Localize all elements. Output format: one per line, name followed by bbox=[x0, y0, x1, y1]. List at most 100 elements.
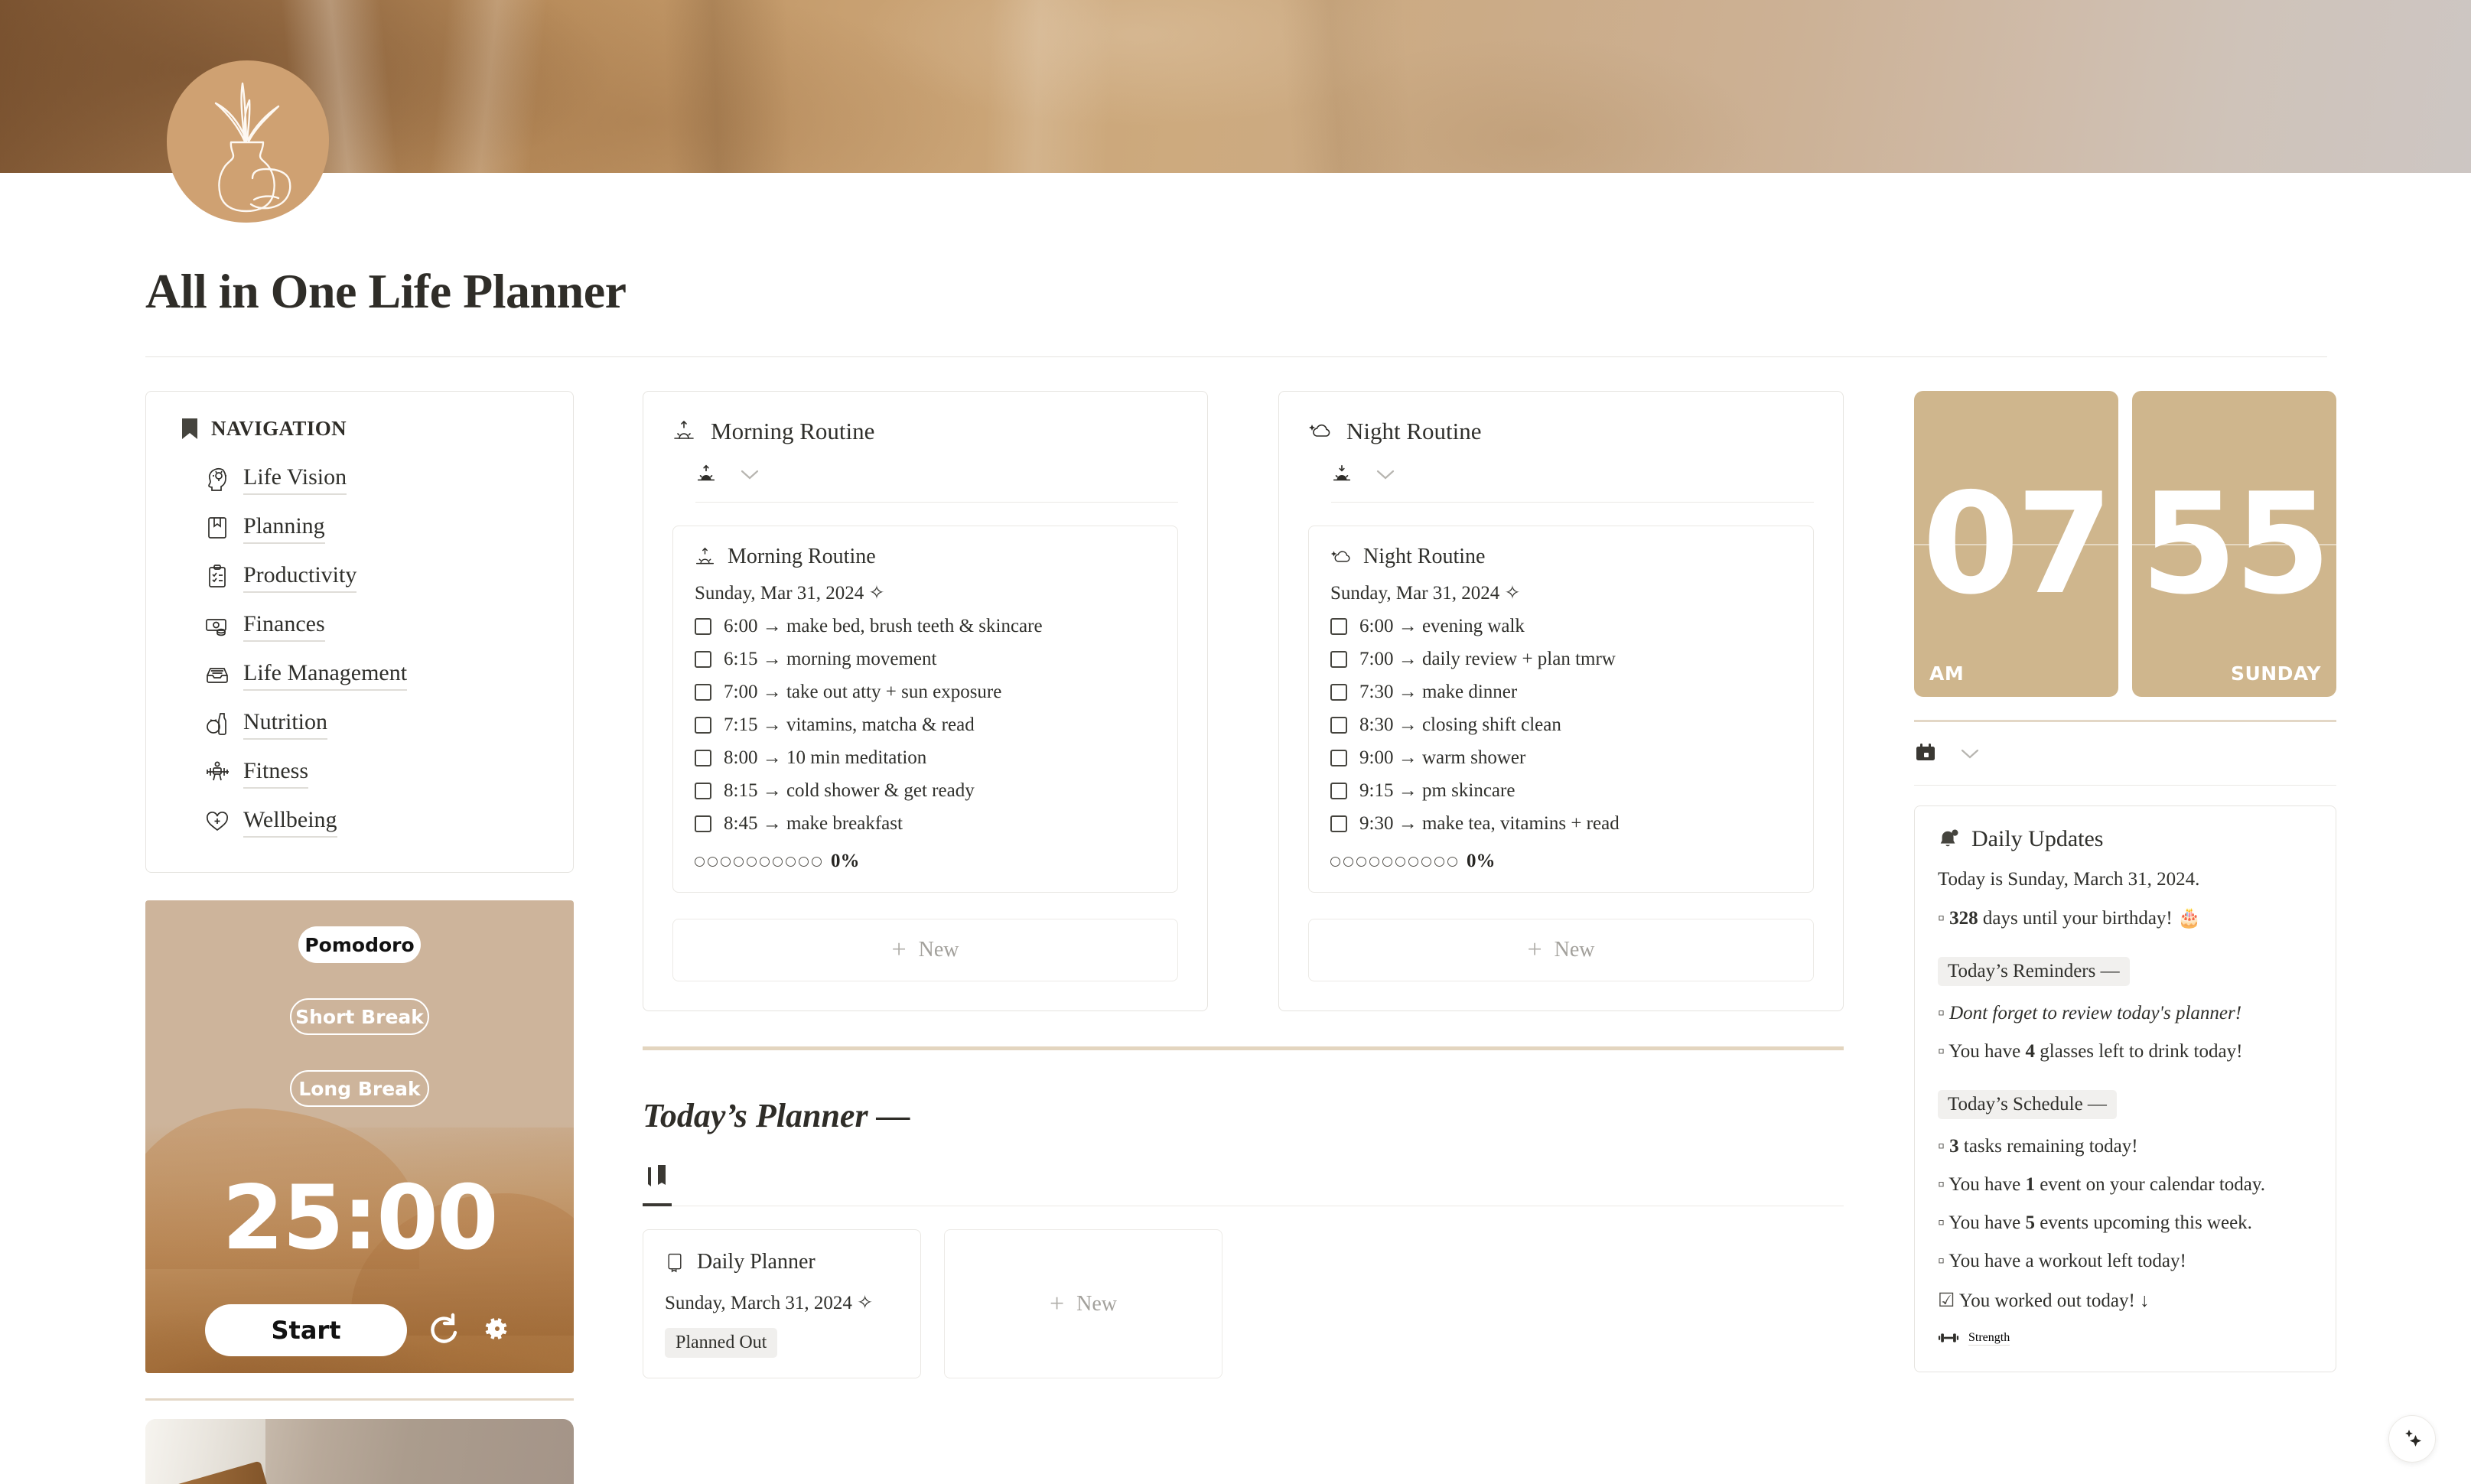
schedule-item-checked[interactable]: ☑ You worked out today! ↓ bbox=[1938, 1289, 2313, 1312]
workout-link-row[interactable]: Strength bbox=[1938, 1330, 2313, 1346]
calendar-icon[interactable] bbox=[1914, 742, 1937, 765]
sidebar-item-label: Wellbeing bbox=[243, 805, 337, 838]
task-checkbox[interactable] bbox=[1330, 618, 1347, 635]
unchecked-box-icon[interactable]: ▫ bbox=[1938, 1212, 1945, 1233]
clipboard-checklist-icon bbox=[204, 564, 230, 590]
routine-item-card[interactable]: Morning Routine Sunday, Mar 31, 2024 ✧ 6… bbox=[672, 526, 1178, 893]
sunrise-filled-icon[interactable] bbox=[695, 464, 717, 485]
reminder-item[interactable]: ▫ Dont forget to review today's planner! bbox=[1938, 1003, 2313, 1024]
sidebar-item-wellbeing[interactable]: Wellbeing bbox=[204, 797, 573, 846]
task-checkbox[interactable] bbox=[695, 684, 711, 701]
chevron-down-icon[interactable] bbox=[1960, 744, 1980, 763]
task-row[interactable]: 8:15 → cold shower & get ready bbox=[695, 780, 1156, 802]
progress-dot bbox=[1343, 856, 1353, 867]
birthday-countdown-item[interactable]: ▫ 328 days until your birthday! 🎂 bbox=[1938, 907, 2313, 929]
task-checkbox[interactable] bbox=[695, 717, 711, 734]
routine-item-card[interactable]: Night Routine Sunday, Mar 31, 2024 ✧ 6:0… bbox=[1308, 526, 1814, 893]
schedule-item[interactable]: ▫ You have a workout left today! bbox=[1938, 1251, 2313, 1272]
tab-daily-planner[interactable] bbox=[643, 1164, 672, 1206]
routine-item-date: Sunday, Mar 31, 2024 ✧ bbox=[1330, 583, 1521, 604]
pomodoro-mode-button[interactable]: Pomodoro bbox=[298, 926, 421, 963]
clock-hour-card: 07 AM bbox=[1914, 391, 2118, 697]
page-icon[interactable] bbox=[162, 56, 333, 226]
task-checkbox[interactable] bbox=[695, 783, 711, 799]
chevron-down-icon[interactable] bbox=[740, 464, 760, 484]
schedule-item[interactable]: ▫ 3 tasks remaining today! bbox=[1938, 1136, 2313, 1157]
pomodoro-start-button[interactable]: Start bbox=[205, 1304, 407, 1356]
sidebar-item-planning[interactable]: Planning bbox=[204, 503, 573, 552]
new-label: New bbox=[1076, 1291, 1118, 1316]
sidebar-item-label: Planning bbox=[243, 512, 325, 544]
unchecked-box-icon[interactable]: ▫ bbox=[1938, 1251, 1945, 1271]
sidebar-item-finances[interactable]: Finances bbox=[204, 601, 573, 650]
new-planner-button[interactable]: + New bbox=[944, 1229, 1222, 1378]
task-row[interactable]: 7:00 → take out atty + sun exposure bbox=[695, 682, 1156, 703]
title-divider bbox=[145, 356, 2327, 357]
task-row[interactable]: 8:45 → make breakfast bbox=[695, 813, 1156, 835]
unchecked-box-icon[interactable]: ▫ bbox=[1938, 1041, 1945, 1062]
chevron-down-icon[interactable] bbox=[1375, 464, 1395, 484]
head-lightbulb-icon bbox=[204, 466, 230, 492]
task-checkbox[interactable] bbox=[1330, 815, 1347, 832]
unchecked-box-icon[interactable]: ▫ bbox=[1938, 1136, 1945, 1157]
planner-tabs[interactable] bbox=[643, 1164, 1844, 1206]
sidebar-item-label: Finances bbox=[243, 610, 325, 642]
task-row[interactable]: 6:15 → morning movement bbox=[695, 649, 1156, 670]
new-routine-button[interactable]: + New bbox=[1308, 919, 1814, 981]
task-row[interactable]: 9:30 → make tea, vitamins + read bbox=[1330, 813, 1792, 835]
refresh-icon[interactable] bbox=[427, 1312, 461, 1349]
task-row[interactable]: 7:00 → daily review + plan tmrw bbox=[1330, 649, 1792, 670]
task-row[interactable]: 8:30 → closing shift clean bbox=[1330, 714, 1792, 736]
sidebar-item-fitness[interactable]: Fitness bbox=[204, 748, 573, 797]
task-checkbox[interactable] bbox=[695, 815, 711, 832]
ai-assistant-button[interactable] bbox=[2388, 1415, 2436, 1463]
task-row[interactable]: 8:00 → 10 min meditation bbox=[695, 747, 1156, 769]
sidebar-item-label: Fitness bbox=[243, 757, 309, 789]
pomodoro-widget[interactable]: Pomodoro Short Break Long Break 25:00 St… bbox=[145, 900, 574, 1373]
task-row[interactable]: 9:00 → warm shower bbox=[1330, 747, 1792, 769]
calendar-view-toolbar[interactable] bbox=[1914, 742, 2336, 786]
unchecked-box-icon[interactable]: ▫ bbox=[1938, 1003, 1945, 1024]
gear-icon[interactable] bbox=[480, 1312, 514, 1349]
schedule-item[interactable]: ▫ You have 1 event on your calendar toda… bbox=[1938, 1174, 2313, 1196]
ambient-photo bbox=[145, 1419, 574, 1484]
task-checkbox[interactable] bbox=[1330, 684, 1347, 701]
checked-box-icon[interactable]: ☑ bbox=[1938, 1290, 1955, 1311]
plus-icon: + bbox=[891, 936, 907, 964]
schedule-section-header: Today’s Schedule — bbox=[1938, 1090, 2117, 1119]
sidebar-item-label: Nutrition bbox=[243, 708, 327, 740]
card-view-toolbar[interactable] bbox=[695, 464, 1178, 503]
daily-planner-card[interactable]: Daily Planner Sunday, March 31, 2024 ✧ P… bbox=[643, 1229, 921, 1378]
sidebar-item-nutrition[interactable]: Nutrition bbox=[204, 699, 573, 748]
schedule-item[interactable]: ▫ You have 5 events upcoming this week. bbox=[1938, 1212, 2313, 1234]
new-routine-button[interactable]: + New bbox=[672, 919, 1178, 981]
sidebar-item-productivity[interactable]: Productivity bbox=[204, 552, 573, 601]
task-row[interactable]: 7:15 → vitamins, matcha & read bbox=[695, 714, 1156, 736]
card-view-toolbar[interactable] bbox=[1331, 464, 1814, 503]
birthday-days-count: 328 bbox=[1949, 908, 1978, 929]
task-checkbox[interactable] bbox=[1330, 651, 1347, 668]
task-row[interactable]: 9:15 → pm skincare bbox=[1330, 780, 1792, 802]
task-checkbox[interactable] bbox=[695, 618, 711, 635]
card-title: Night Routine bbox=[1346, 418, 1482, 444]
progress-dots bbox=[1330, 856, 1457, 867]
birthday-text: days until your birthday! 🎂 bbox=[1982, 908, 2202, 929]
task-checkbox[interactable] bbox=[1330, 750, 1347, 766]
unchecked-box-icon[interactable]: ▫ bbox=[1938, 908, 1945, 929]
sidebar-item-life-management[interactable]: Life Management bbox=[204, 650, 573, 699]
sidebar-item-life-vision[interactable]: Life Vision bbox=[204, 454, 573, 503]
task-row[interactable]: 7:30 → make dinner bbox=[1330, 682, 1792, 703]
reminder-item[interactable]: ▫ You have 4 glasses left to drink today… bbox=[1938, 1041, 2313, 1063]
task-checkbox[interactable] bbox=[1330, 783, 1347, 799]
unchecked-box-icon[interactable]: ▫ bbox=[1938, 1174, 1945, 1195]
progress-dot bbox=[695, 856, 705, 867]
task-row[interactable]: 6:00 → make bed, brush teeth & skincare bbox=[695, 616, 1156, 637]
long-break-mode-button[interactable]: Long Break bbox=[290, 1070, 429, 1107]
short-break-mode-button[interactable]: Short Break bbox=[290, 998, 429, 1035]
sunset-filled-icon[interactable] bbox=[1331, 464, 1353, 485]
task-checkbox[interactable] bbox=[695, 651, 711, 668]
task-label: 8:30 → closing shift clean bbox=[1359, 714, 1561, 735]
task-row[interactable]: 6:00 → evening walk bbox=[1330, 616, 1792, 637]
task-checkbox[interactable] bbox=[1330, 717, 1347, 734]
task-checkbox[interactable] bbox=[695, 750, 711, 766]
